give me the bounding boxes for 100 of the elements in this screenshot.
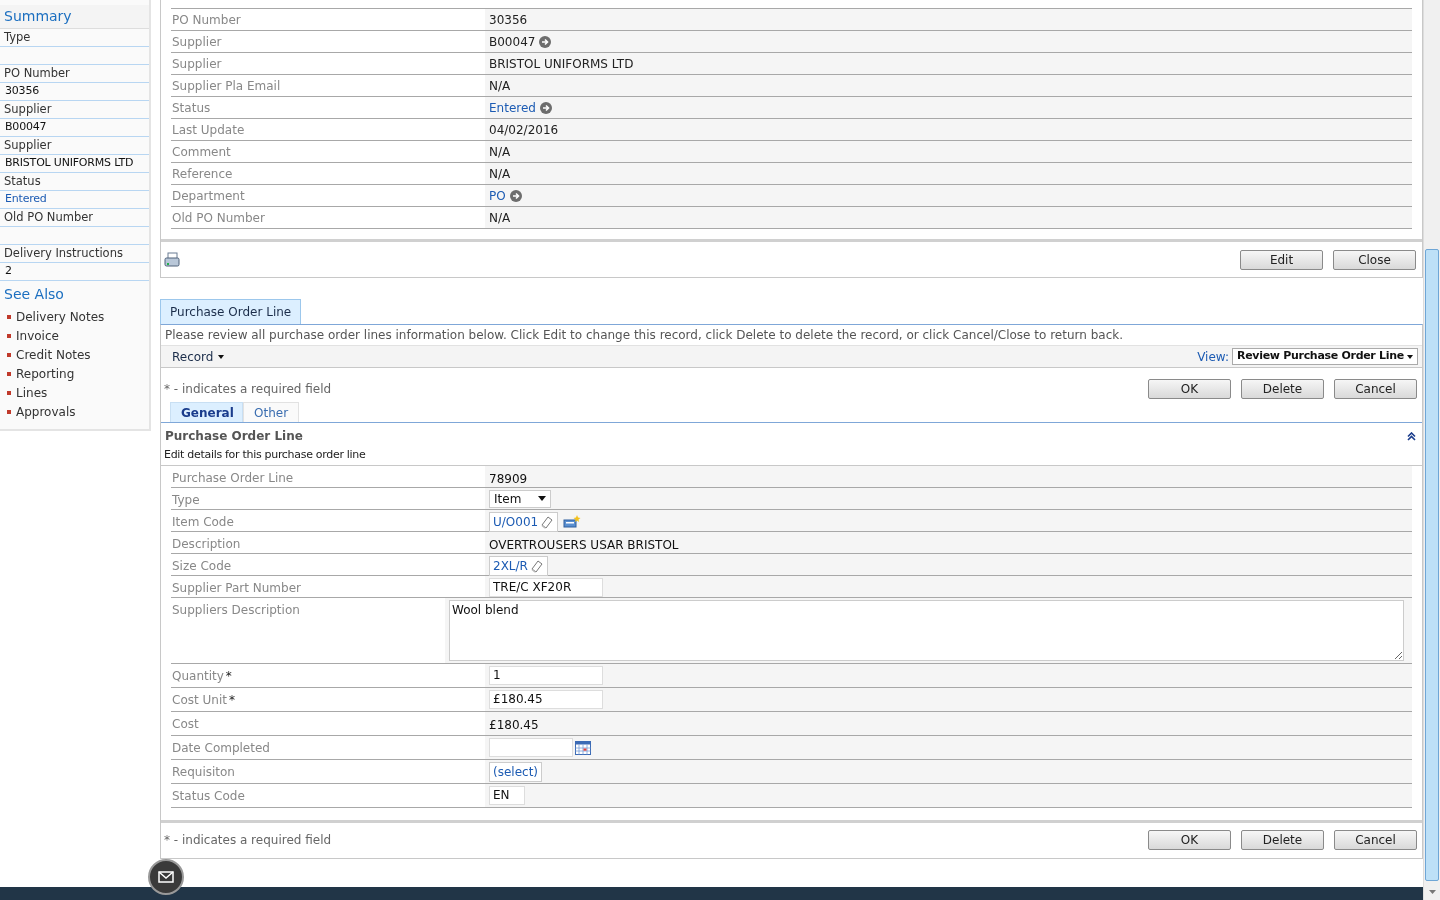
lookup-field[interactable]: U/O001 bbox=[489, 511, 559, 532]
required-mark: * bbox=[228, 692, 235, 707]
section-title: Purchase Order Line bbox=[165, 428, 303, 445]
text-input[interactable]: TRE/C XF20R bbox=[489, 577, 603, 597]
sidebar-value: B00047 bbox=[5, 119, 47, 136]
form-button[interactable]: Close bbox=[1333, 249, 1416, 270]
sidebar-value[interactable]: Entered bbox=[5, 191, 47, 208]
form-tab[interactable]: Other bbox=[243, 402, 300, 422]
sidebar-label: Old PO Number bbox=[4, 208, 94, 226]
field-value: 30356 bbox=[489, 11, 528, 29]
form-button[interactable]: Delete bbox=[1241, 379, 1324, 399]
view-select[interactable]: Review Purchase Order Line bbox=[1232, 348, 1418, 365]
arrow-circle-icon[interactable] bbox=[509, 189, 522, 202]
field-label: Suppliers Description bbox=[172, 602, 300, 617]
required-note: * - indicates a required field bbox=[164, 381, 332, 398]
form-button[interactable]: OK bbox=[1148, 830, 1231, 850]
bullet-icon bbox=[7, 371, 11, 376]
eraser-icon[interactable] bbox=[529, 558, 544, 573]
dropdown-caret-icon bbox=[538, 496, 546, 501]
eraser-icon[interactable] bbox=[540, 514, 555, 529]
section-subtitle: Edit details for this purchase order line bbox=[164, 448, 366, 461]
sidebar-label: PO Number bbox=[4, 64, 70, 82]
scrollbar[interactable] bbox=[1423, 0, 1440, 900]
caret-icon bbox=[218, 354, 225, 359]
record-menu[interactable]: Record bbox=[172, 347, 225, 366]
calendar-icon[interactable] bbox=[575, 739, 591, 755]
field-label: Purchase Order Line bbox=[172, 470, 294, 485]
field-label: Supplier Part Number bbox=[172, 580, 301, 595]
text-input[interactable]: 1 bbox=[489, 665, 603, 685]
text-input[interactable]: £180.45 bbox=[489, 689, 603, 709]
field-value: B00047 bbox=[489, 33, 536, 51]
field-label: Item Code bbox=[172, 514, 234, 529]
field-value: N/A bbox=[489, 143, 511, 161]
new-item-icon[interactable] bbox=[563, 514, 582, 529]
field-label: Old PO Number bbox=[172, 210, 265, 225]
field-label: PO Number bbox=[172, 12, 241, 27]
field-label: Comment bbox=[172, 144, 231, 159]
sidebar-label: Status bbox=[4, 172, 41, 190]
arrow-circle-icon[interactable] bbox=[539, 101, 552, 114]
collapse-icon[interactable] bbox=[1407, 431, 1416, 441]
envelope-icon bbox=[158, 871, 174, 883]
sidebar-value: 2 bbox=[5, 263, 12, 280]
sidebar-label: Supplier bbox=[4, 100, 52, 118]
field-value: N/A bbox=[489, 77, 511, 95]
instructions-text: Please review all purchase order lines information below. Click Edit to change this record, click Delete to delete the record, or click Cancel/Close to return back. bbox=[165, 327, 1124, 344]
bullet-icon bbox=[7, 314, 11, 319]
field-link[interactable]: Entered bbox=[489, 98, 536, 117]
mail-button[interactable] bbox=[148, 859, 184, 895]
field-label: Department bbox=[172, 188, 245, 203]
field-label: Status Code bbox=[172, 788, 245, 803]
text-input[interactable]: EN bbox=[489, 785, 525, 805]
lookup-field[interactable]: 2XL/R bbox=[489, 555, 548, 576]
form-button[interactable]: Edit bbox=[1240, 249, 1323, 270]
form-button[interactable]: OK bbox=[1148, 379, 1231, 399]
caret-icon bbox=[1407, 354, 1413, 359]
form-button[interactable]: Cancel bbox=[1334, 830, 1417, 850]
field-label: Date Completed bbox=[172, 740, 270, 755]
field-value: 04/02/2016 bbox=[489, 121, 559, 139]
see-also-link[interactable]: Lines bbox=[16, 383, 48, 402]
field-value: 78909 bbox=[489, 471, 528, 486]
field-label: Supplier bbox=[172, 56, 222, 71]
field-label: Reference bbox=[172, 166, 233, 181]
field-value: BRISTOL UNIFORMS LTD bbox=[489, 55, 634, 73]
field-label: Supplier bbox=[172, 34, 222, 49]
form-button[interactable]: Delete bbox=[1241, 830, 1324, 850]
arrow-circle-icon[interactable] bbox=[539, 35, 552, 48]
summary-heading: Summary bbox=[4, 7, 72, 26]
panel-tab[interactable]: Purchase Order Line bbox=[160, 299, 302, 324]
sidebar-label: Type bbox=[4, 28, 31, 46]
field-value: N/A bbox=[489, 165, 511, 183]
field-link[interactable]: PO bbox=[489, 186, 506, 205]
see-also-link[interactable]: Credit Notes bbox=[16, 345, 91, 364]
field-label: Status bbox=[172, 100, 211, 115]
sidebar-label: Delivery Instructions bbox=[4, 244, 123, 262]
field-label: Description bbox=[172, 536, 241, 551]
field-value: £180.45 bbox=[489, 717, 539, 732]
type-select[interactable]: Item bbox=[489, 489, 551, 508]
view-label: View: bbox=[1197, 348, 1229, 366]
see-also-link[interactable]: Delivery Notes bbox=[16, 307, 105, 326]
see-also-heading: See Also bbox=[4, 285, 64, 304]
field-label: Cost Unit bbox=[172, 692, 227, 707]
field-value: N/A bbox=[489, 209, 511, 227]
scroll-down-icon[interactable] bbox=[1428, 889, 1436, 894]
field-label: Cost bbox=[172, 716, 199, 731]
bullet-icon bbox=[7, 390, 11, 395]
see-also-link[interactable]: Reporting bbox=[16, 364, 75, 383]
field-label: Supplier Pla Email bbox=[172, 78, 281, 93]
printer-icon[interactable] bbox=[164, 251, 180, 268]
select-link[interactable]: (select) bbox=[489, 761, 543, 782]
field-value: OVERTROUSERS USAR BRISTOL bbox=[489, 537, 679, 552]
form-tab[interactable]: General bbox=[170, 402, 243, 422]
see-also-link[interactable]: Approvals bbox=[16, 402, 76, 421]
bullet-icon bbox=[7, 352, 11, 357]
date-input[interactable] bbox=[489, 737, 573, 757]
see-also-link[interactable]: Invoice bbox=[16, 326, 59, 345]
description-textarea[interactable]: Wool blend bbox=[449, 599, 1404, 661]
form-button[interactable]: Cancel bbox=[1334, 379, 1417, 399]
field-label: Last Update bbox=[172, 122, 245, 137]
field-label: Size Code bbox=[172, 558, 232, 573]
sidebar-label: Supplier bbox=[4, 136, 52, 154]
